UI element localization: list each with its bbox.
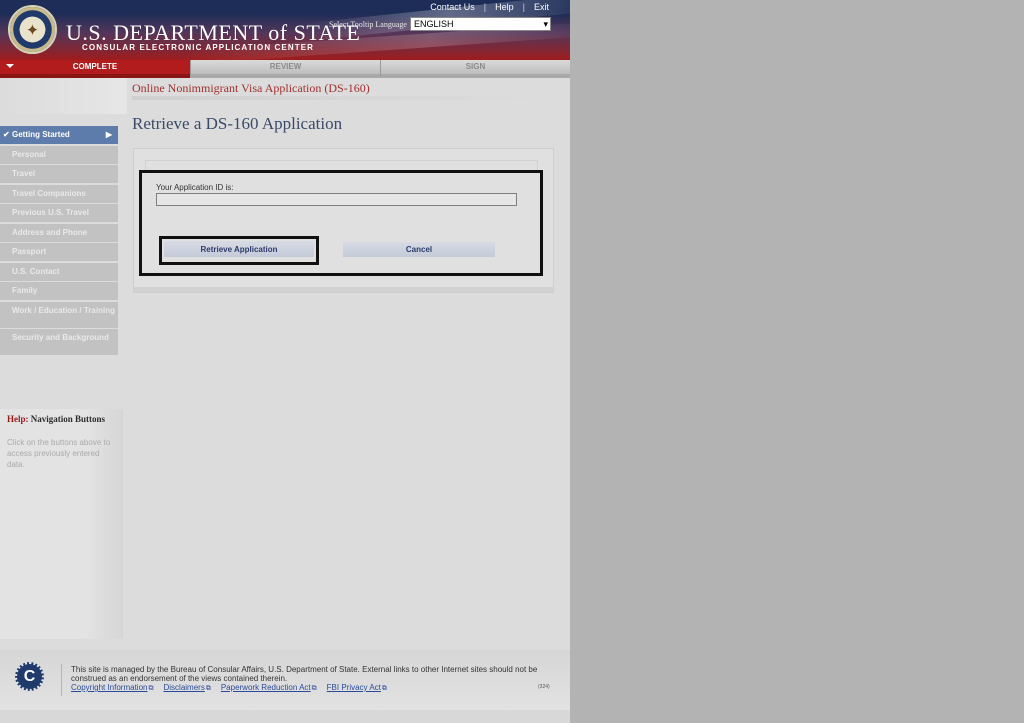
sidebar-header <box>0 78 127 114</box>
sidebar-item-label: Previous U.S. Travel <box>12 208 89 217</box>
external-link-icon: ⧉ <box>205 685 211 692</box>
help-title-prefix: Help: <box>7 414 29 424</box>
bottom-strip <box>0 710 570 723</box>
page-title: Retrieve a DS-160 Application <box>132 114 343 133</box>
fbi-privacy-act-link[interactable]: FBI Privacy Act⧉ <box>327 683 387 693</box>
chevron-down-icon: ▾ <box>543 19 548 29</box>
sidebar-item-us-contact[interactable]: U.S. Contact <box>0 262 118 281</box>
sidebar-item-label: Travel <box>12 169 36 178</box>
link-label: Copyright Information <box>71 683 148 692</box>
external-link-icon: ⧉ <box>311 685 317 692</box>
help-title: Help: Navigation Buttons <box>7 414 105 424</box>
triangle-down-icon <box>6 64 14 68</box>
brand-subtitle: CONSULAR ELECTRONIC APPLICATION CENTER <box>82 43 315 52</box>
sidebar-item-family[interactable]: Family <box>0 282 118 300</box>
sidebar-item-label: Security and Background <box>12 333 109 342</box>
help-panel: Help: Navigation Buttons Click on the bu… <box>0 409 123 639</box>
top-links: Contact Us | Help | Exit <box>421 2 558 12</box>
sidebar-item-passport[interactable]: Passport <box>0 243 118 261</box>
step-complete: COMPLETE <box>0 60 190 78</box>
step-review: REVIEW <box>190 60 380 78</box>
sidebar-item-travel[interactable]: Travel <box>0 165 118 183</box>
retrieve-button-highlight-outline <box>159 236 319 265</box>
paperwork-reduction-act-link[interactable]: Paperwork Reduction Act⧉ <box>221 683 317 693</box>
link-label: Disclaimers <box>163 683 205 692</box>
check-icon: ✔ <box>3 130 10 139</box>
footer-disclaimer: This site is managed by the Bureau of Co… <box>71 665 538 683</box>
disclaimers-link[interactable]: Disclaimers⧉ <box>163 683 210 693</box>
chevron-right-icon: ▶ <box>105 130 112 139</box>
state-department-seal-icon: ✦ <box>8 5 57 54</box>
sidebar-item-travel-companions[interactable]: Travel Companions <box>0 184 118 203</box>
exit-link[interactable]: Exit <box>525 2 558 12</box>
tooltip-language-label: Select Tooltip Language <box>329 20 407 29</box>
sidebar-item-label: Passport <box>12 247 47 256</box>
sidebar-item-work-education-training[interactable]: Work / Education / Training <box>0 301 118 328</box>
tooltip-language-value: ENGLISH <box>414 19 454 29</box>
sidebar-item-label: Getting Started <box>12 130 70 139</box>
consular-affairs-logo-icon: C <box>15 662 44 691</box>
site-header: ✦ U.S. DEPARTMENT of STATE CONSULAR ELEC… <box>0 0 570 60</box>
sidebar-item-label: Travel Companions <box>12 188 86 198</box>
sidebar-nav: ✔ Getting Started ▶ Personal Travel Trav… <box>0 126 119 357</box>
footer-divider <box>61 664 62 696</box>
progress-steps: COMPLETE REVIEW SIGN <box>0 60 570 78</box>
sidebar-item-label: U.S. Contact <box>12 266 60 276</box>
help-title-text: Navigation Buttons <box>28 414 106 424</box>
site-footer: C This site is managed by the Bureau of … <box>0 650 570 710</box>
step-complete-label: COMPLETE <box>72 62 118 71</box>
page-code: (324) <box>538 684 550 690</box>
sidebar-item-label: Address and Phone <box>12 227 88 237</box>
sidebar-item-label: Work / Education / Training <box>12 305 115 315</box>
help-link[interactable]: Help <box>486 2 523 12</box>
tooltip-language-select[interactable]: ENGLISH ▾ <box>410 17 551 31</box>
help-text: Click on the buttons above to access pre… <box>7 438 111 469</box>
contact-us-link[interactable]: Contact Us <box>421 2 484 12</box>
sidebar-item-address-and-phone[interactable]: Address and Phone <box>0 223 118 242</box>
sidebar-item-previous-us-travel[interactable]: Previous U.S. Travel <box>0 204 118 222</box>
external-link-icon: ⧉ <box>381 685 387 692</box>
sidebar-item-getting-started[interactable]: ✔ Getting Started ▶ <box>0 126 118 144</box>
sidebar-item-personal[interactable]: Personal <box>0 145 118 164</box>
link-label: FBI Privacy Act <box>326 683 381 692</box>
application-title: Online Nonimmigrant Visa Application (DS… <box>132 81 370 95</box>
copyright-link[interactable]: Copyright Information⧉ <box>71 683 153 693</box>
link-label: Paperwork Reduction Act <box>220 683 311 692</box>
application-page: ✦ U.S. DEPARTMENT of STATE CONSULAR ELEC… <box>0 0 570 723</box>
step-sign: SIGN <box>380 60 570 78</box>
external-link-icon: ⧉ <box>148 685 154 692</box>
sidebar-item-label: Family <box>12 286 38 295</box>
footer-links: Copyright Information⧉ Disclaimers⧉ Pape… <box>71 683 387 693</box>
step-sign-label: SIGN <box>465 62 486 71</box>
panel-shade <box>134 287 553 292</box>
step-review-label: REVIEW <box>269 62 302 71</box>
sidebar-item-label: Personal <box>12 149 46 159</box>
sidebar-item-security-and-background[interactable]: Security and Background <box>0 329 118 355</box>
title-divider <box>132 96 550 100</box>
